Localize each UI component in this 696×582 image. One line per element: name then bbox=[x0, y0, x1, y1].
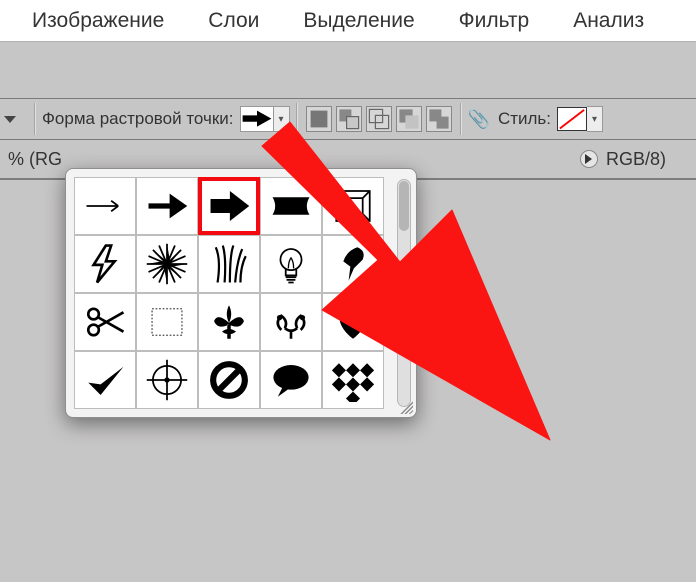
link-icon[interactable]: 📎 bbox=[468, 109, 490, 130]
style-dropdown[interactable]: ▾ bbox=[587, 106, 603, 132]
menu-bar: Изображение Слои Выделение Фильтр Анализ bbox=[0, 0, 696, 42]
separator bbox=[296, 103, 298, 135]
arrow-bold-icon bbox=[241, 109, 273, 128]
shape-pin[interactable] bbox=[322, 235, 384, 293]
shape-bulb[interactable] bbox=[260, 235, 322, 293]
shape-arrow-bold[interactable] bbox=[198, 177, 260, 235]
shape-picker-popup bbox=[65, 168, 417, 418]
path-mode-fill-icon[interactable] bbox=[306, 106, 332, 132]
menu-filter[interactable]: Фильтр bbox=[437, 9, 552, 33]
menu-analysis[interactable]: Анализ bbox=[551, 9, 666, 33]
shape-no[interactable] bbox=[198, 351, 260, 409]
path-mode-exclude-icon[interactable] bbox=[396, 106, 422, 132]
style-label: Стиль: bbox=[498, 109, 551, 129]
tool-preset-dropdown-icon[interactable] bbox=[4, 116, 16, 123]
shape-label: Форма растровой точки: bbox=[42, 109, 234, 129]
shape-heart[interactable] bbox=[322, 293, 384, 351]
options-toolbar: Форма растровой точки: ▾ 📎 Стиль: ▾ bbox=[0, 98, 696, 140]
shape-ornament[interactable] bbox=[260, 293, 322, 351]
shape-target[interactable] bbox=[136, 351, 198, 409]
separator bbox=[460, 103, 462, 135]
shape-arrow-open[interactable] bbox=[136, 177, 198, 235]
shape-frame[interactable] bbox=[322, 177, 384, 235]
shape-stamp[interactable] bbox=[136, 293, 198, 351]
shape-thin-arrow[interactable] bbox=[74, 177, 136, 235]
menu-layers[interactable]: Слои bbox=[186, 9, 281, 33]
shape-fleur[interactable] bbox=[198, 293, 260, 351]
resize-handle-icon[interactable] bbox=[397, 398, 413, 414]
document-mode: RGB/8) bbox=[606, 149, 666, 170]
path-mode-subtract-icon[interactable] bbox=[336, 106, 362, 132]
menu-image[interactable]: Изображение bbox=[10, 9, 186, 33]
shape-banner[interactable] bbox=[260, 177, 322, 235]
path-mode-combine-icon[interactable] bbox=[426, 106, 452, 132]
popup-scrollbar[interactable] bbox=[397, 179, 411, 407]
popup-notch bbox=[290, 159, 310, 169]
shape-picker-swatch[interactable] bbox=[240, 106, 274, 132]
document-title-left: % (RG bbox=[0, 145, 70, 174]
style-swatch[interactable] bbox=[557, 107, 587, 131]
path-mode-intersect-icon[interactable] bbox=[366, 106, 392, 132]
shape-lightning[interactable] bbox=[74, 235, 136, 293]
menu-select[interactable]: Выделение bbox=[281, 9, 436, 33]
shape-picker-dropdown[interactable]: ▾ bbox=[274, 106, 290, 132]
shape-speech[interactable] bbox=[260, 351, 322, 409]
shape-check[interactable] bbox=[74, 351, 136, 409]
separator bbox=[34, 103, 36, 135]
shape-burst[interactable] bbox=[136, 235, 198, 293]
shape-grass[interactable] bbox=[198, 235, 260, 293]
shape-scissors[interactable] bbox=[74, 293, 136, 351]
panel-flyout-icon[interactable] bbox=[580, 150, 598, 168]
shape-grid bbox=[74, 177, 384, 409]
no-style-icon bbox=[558, 108, 586, 130]
scroll-thumb[interactable] bbox=[399, 181, 409, 231]
shape-checker[interactable] bbox=[322, 351, 384, 409]
